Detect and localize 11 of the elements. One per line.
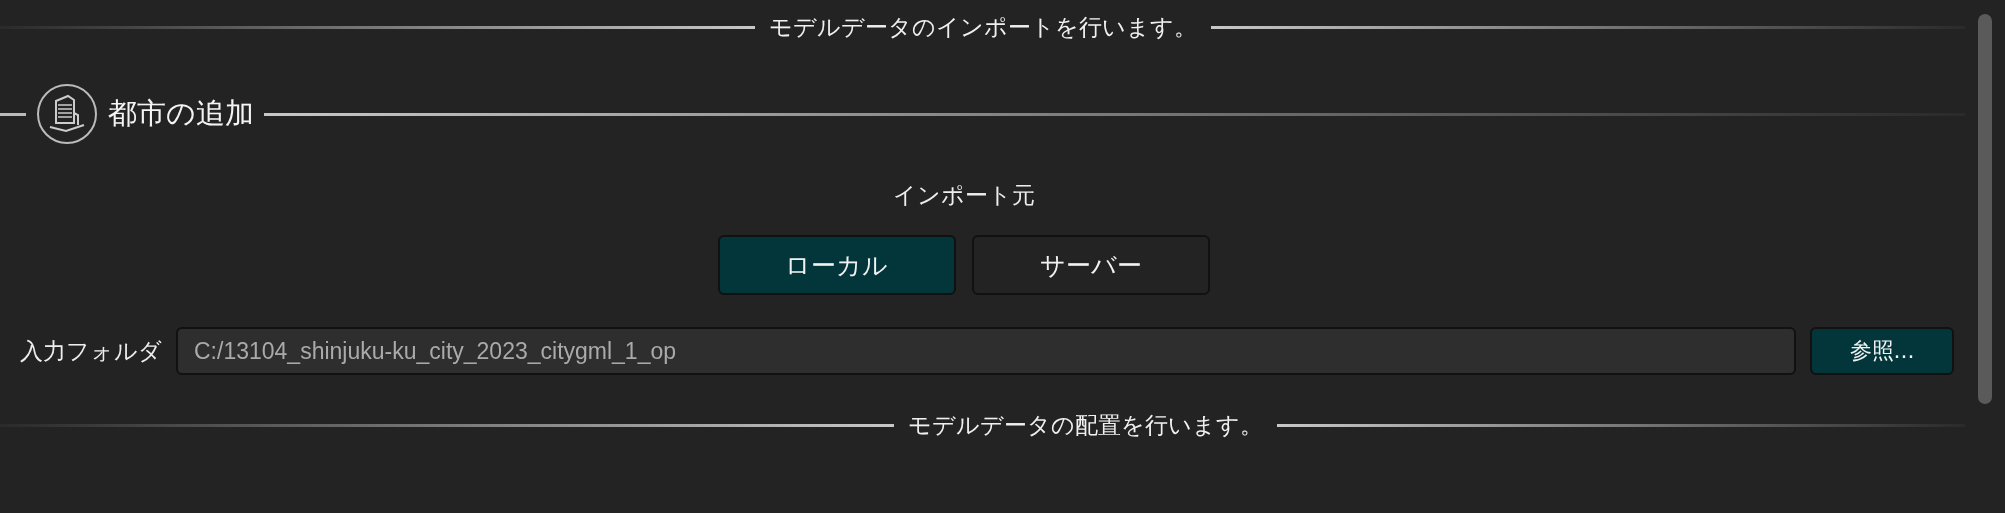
browse-button[interactable]: 参照... — [1810, 327, 1954, 375]
folder-path-field[interactable]: C:/13104_shinjuku-ku_city_2023_citygml_1_op — [176, 327, 1796, 375]
source-option-button[interactable]: ローカル — [717, 235, 956, 295]
section-title: 都市の追加 — [108, 95, 254, 132]
source-option-button[interactable]: サーバー — [971, 235, 1210, 295]
building-icon — [36, 83, 98, 145]
import-source-label: インポート元 — [892, 181, 1035, 210]
section-divider-label: モデルデータのインポートを行います。 — [768, 12, 1197, 42]
scrollbar-thumb[interactable] — [1978, 14, 1992, 404]
input-folder-label: 入力フォルダ — [20, 336, 162, 366]
section-divider-label: モデルデータの配置を行います。 — [908, 410, 1264, 440]
